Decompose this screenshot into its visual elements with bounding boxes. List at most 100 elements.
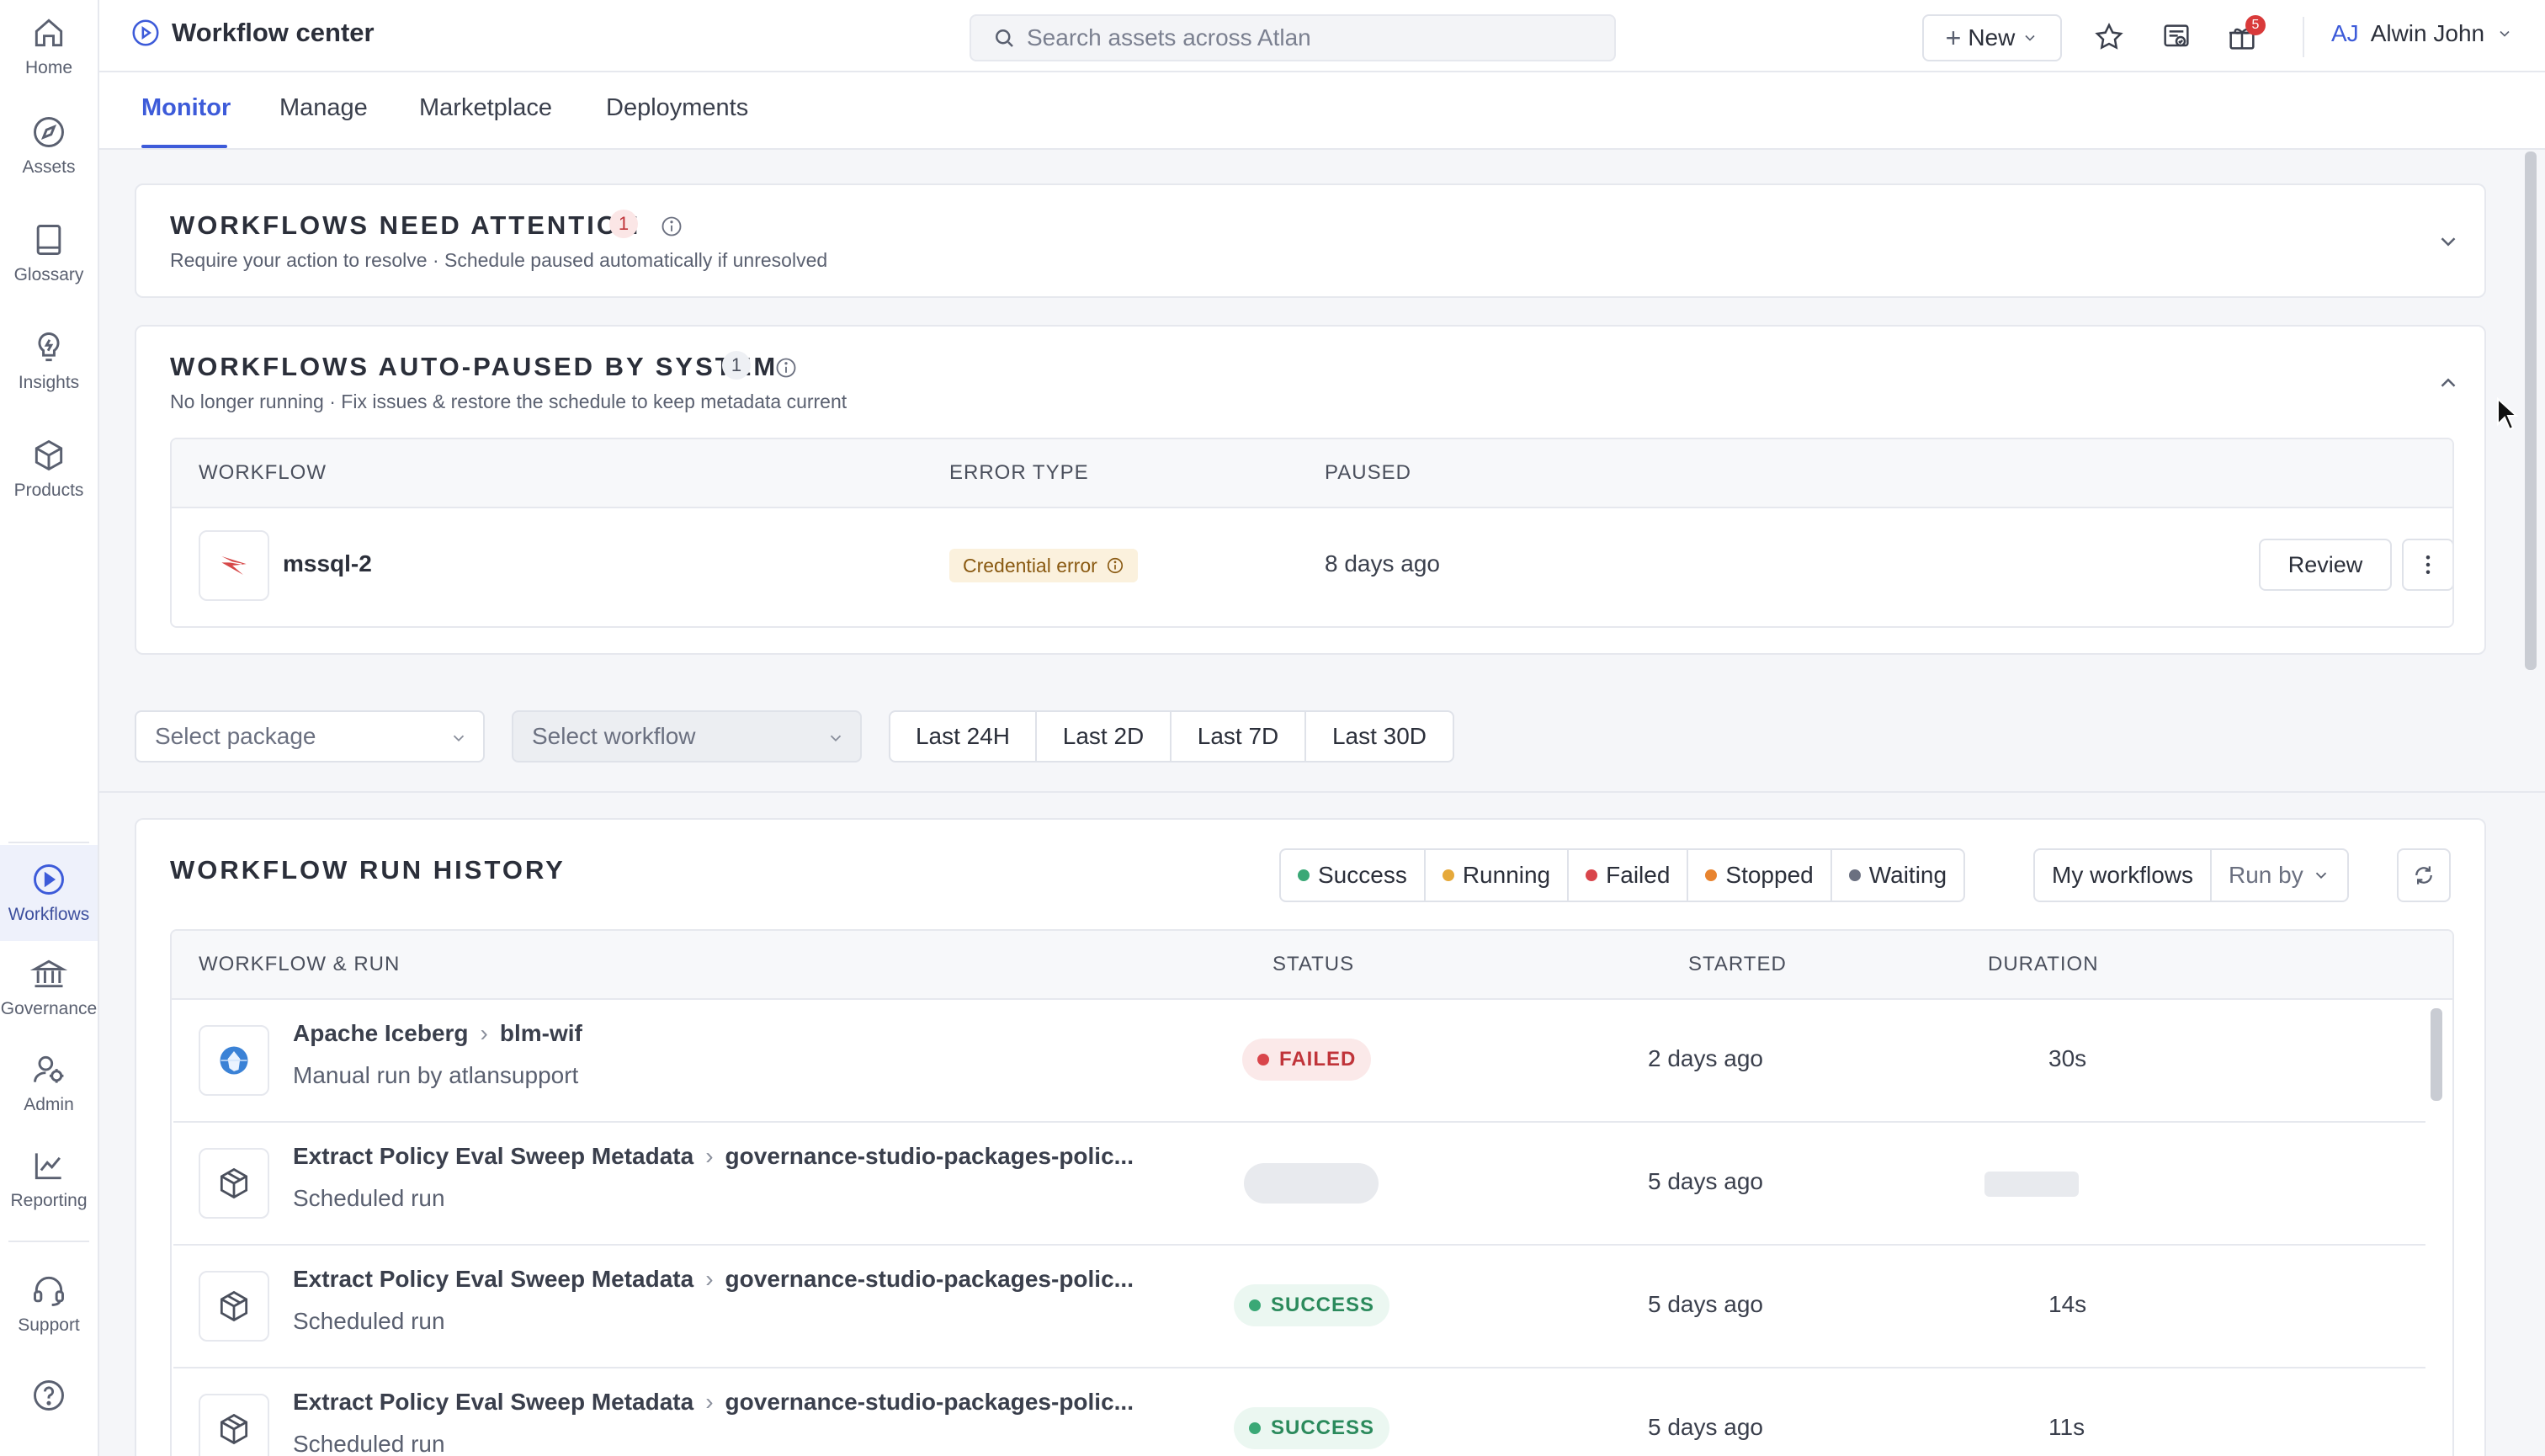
chevron-down-icon [830,735,842,742]
breadcrumb-separator: › [705,1266,714,1292]
range-last-2d[interactable]: Last 2D [1037,712,1172,761]
breadcrumb-separator: › [705,1389,714,1415]
nav-item-admin[interactable]: Admin [0,1037,98,1129]
active-tab-indicator [141,145,227,148]
whats-new-button[interactable]: 5 [2224,15,2266,56]
run-title: Apache Iceberg › blm-wif [293,1020,582,1047]
status-dot [1249,1299,1261,1311]
legend-stopped[interactable]: Stopped [1688,850,1832,901]
nav-item-assets[interactable]: Assets [0,99,98,192]
workflow-icon [199,1148,269,1219]
search-bar[interactable] [970,14,1616,61]
status-dot [1257,1054,1269,1065]
error-type-label: Credential error [963,554,1097,577]
tab-deployments[interactable]: Deployments [606,94,748,122]
more-actions-button[interactable] [2402,539,2452,591]
nav-item-glossary[interactable]: Glossary [0,207,98,300]
nav-label: Governance [0,999,98,1018]
run-filter-group: My workflows Run by [2033,848,2349,902]
search-input[interactable] [1027,24,1599,51]
section-subtitle: Require your action to resolve · Schedul… [170,249,828,271]
run-trigger: Scheduled run [293,1185,445,1211]
legend-label: Success [1318,862,1407,888]
nav-item-governance[interactable]: Governance [0,941,98,1034]
package-icon [220,1167,248,1199]
review-button[interactable]: Review [2259,539,2392,591]
tab-monitor[interactable]: Monitor [141,94,231,122]
time-range-selector: Last 24H Last 2D Last 7D Last 30D [889,710,1454,763]
package-name[interactable]: Apache Iceberg [293,1020,469,1047]
tab-manage[interactable]: Manage [279,94,368,122]
run-name[interactable]: blm-wif [500,1020,582,1047]
table-row[interactable]: Extract Policy Eval Sweep Metadata › gov… [173,1368,2425,1456]
legend-waiting[interactable]: Waiting [1832,850,1963,901]
nav-item-products[interactable]: Products [0,422,98,515]
legend-running[interactable]: Running [1426,850,1570,901]
help-button[interactable] [0,1357,98,1441]
tab-marketplace[interactable]: Marketplace [419,94,552,122]
nav-item-support[interactable]: Support [0,1252,98,1355]
chevron-down-icon[interactable] [2436,229,2461,254]
package-name[interactable]: Extract Policy Eval Sweep Metadata [293,1143,693,1170]
package-icon [220,1413,248,1445]
chart-line-icon [35,1153,61,1180]
table-row[interactable]: Apache Iceberg › blm-wif Manual run by a… [173,1000,2425,1123]
run-name[interactable]: governance-studio-packages-polic... [725,1266,1134,1293]
starred-button[interactable] [2091,19,2128,56]
run-name[interactable]: governance-studio-packages-polic... [725,1143,1134,1170]
section-title: WORKFLOWS AUTO-PAUSED BY SYSTEM [170,352,778,381]
workflow-name[interactable]: mssql-2 [283,550,372,577]
run-name[interactable]: governance-studio-packages-polic... [725,1389,1134,1416]
info-icon[interactable] [1106,556,1124,575]
bank-icon [30,959,67,988]
compass-icon [34,117,64,147]
nav-item-insights[interactable]: Insights [0,315,98,407]
requests-button[interactable] [2158,19,2195,56]
workflow-select[interactable]: Select workflow [512,710,862,763]
header-divider [2303,17,2304,57]
run-by-select[interactable]: Run by [2212,850,2347,901]
legend-label: Stopped [1725,862,1814,888]
legend-failed[interactable]: Failed [1569,850,1689,901]
package-select[interactable]: Select package [135,710,485,763]
my-workflows-button[interactable]: My workflows [2035,850,2213,901]
chevron-up-icon[interactable] [2436,370,2461,396]
top-bar: Workflow center + New 5 AJ Alwin John [99,0,2545,72]
admin-icon [34,1055,64,1083]
refresh-button[interactable] [2397,848,2451,902]
workflow-select-placeholder: Select workflow [532,723,696,749]
table-row[interactable]: mssql-2 Credential error 8 days ago Revi… [172,508,2452,626]
package-name[interactable]: Extract Policy Eval Sweep Metadata [293,1266,693,1293]
book-icon [36,225,61,255]
nav-label: Workflows [8,905,90,924]
legend-success[interactable]: Success [1281,850,1426,901]
headset-icon [34,1276,64,1306]
nav-label: Support [18,1315,80,1335]
range-last-30d[interactable]: Last 30D [1306,712,1453,761]
nav-label: Home [24,58,73,77]
package-name[interactable]: Extract Policy Eval Sweep Metadata [293,1389,693,1416]
info-icon[interactable] [660,215,683,238]
user-menu[interactable]: AJ Alwin John [2331,20,2513,47]
new-button[interactable]: + New [1922,14,2062,61]
package-select-placeholder: Select package [155,723,316,749]
nav-divider [8,1241,89,1242]
nav-item-workflows[interactable]: Workflows [0,845,98,941]
status-label: SUCCESS [1271,1294,1375,1316]
refresh-icon [2415,866,2432,885]
info-icon[interactable] [774,356,798,380]
workflow-icon [199,1025,269,1096]
nav-item-home[interactable]: Home [0,0,98,93]
table-row[interactable]: Extract Policy Eval Sweep Metadata › gov… [173,1246,2425,1368]
range-last-24h[interactable]: Last 24H [890,712,1037,761]
page-scrollbar[interactable] [2525,151,2537,670]
nav-item-reporting[interactable]: Reporting [0,1133,98,1225]
count-badge: 1 [609,210,638,238]
status-dot [1249,1422,1261,1434]
section-title: WORKFLOW RUN HISTORY [170,855,566,885]
run-duration: 30s [2048,1045,2087,1071]
range-last-7d[interactable]: Last 7D [1172,712,1306,761]
table-scrollbar[interactable] [2431,1008,2442,1101]
table-row[interactable]: Extract Policy Eval Sweep Metadata › gov… [173,1123,2425,1246]
needs-attention-card[interactable]: WORKFLOWS NEED ATTENTION 1 Require your … [135,183,2486,298]
